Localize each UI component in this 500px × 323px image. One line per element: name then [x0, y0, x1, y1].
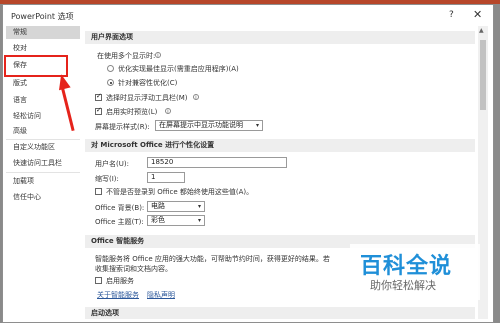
sidebar-divider	[6, 172, 80, 173]
section-header-ui-options: 用户界面选项	[85, 31, 475, 44]
sidebar-item-proofing[interactable]: 校对	[6, 42, 80, 55]
privacy-statement-link[interactable]: 隐私声明	[147, 290, 175, 300]
username-field[interactable]: 18520	[147, 157, 287, 168]
section-header-personalize: 对 Microsoft Office 进行个性化设置	[85, 139, 475, 152]
always-use-label: 不管是否登录到 Office 都始终使用这些值(A)。	[106, 188, 254, 196]
mini-toolbar-label: 选择时显示浮动工具栏(M)	[106, 94, 188, 102]
username-label: 用户名(U):	[95, 160, 129, 168]
chevron-down-icon: ▾	[197, 217, 201, 224]
multi-display-label: 在使用多个显示时:	[97, 52, 156, 60]
office-background-label: Office 背景(B):	[95, 204, 145, 212]
mini-toolbar-checkbox[interactable]	[95, 92, 102, 101]
chevron-down-icon: ▾	[255, 122, 259, 129]
radio-best-display[interactable]	[107, 65, 114, 72]
sidebar-item-language[interactable]: 语言	[6, 94, 80, 107]
initials-field[interactable]: 1	[147, 172, 185, 183]
sidebar-item-advanced[interactable]: 高级	[6, 125, 80, 138]
office-background-select[interactable]: 电路 ▾	[147, 201, 205, 212]
watermark-tagline: 助你轻松解决	[370, 279, 436, 292]
help-icon[interactable]: ?	[449, 10, 454, 20]
sidebar-item-add-ins[interactable]: 加载项	[6, 175, 80, 188]
tooltip-style-select[interactable]: 在屏幕提示中显示功能说明 ▾	[155, 120, 263, 131]
sidebar-item-customize-ribbon[interactable]: 自定义功能区	[6, 141, 80, 154]
close-icon[interactable]: ✕	[473, 8, 482, 21]
info-icon: i	[155, 52, 161, 59]
dialog-title: PowerPoint 选项	[11, 12, 74, 21]
radio-best-display-label: 优化实现最佳显示(需重启应用程序)(A)	[118, 65, 239, 73]
sidebar-item-trust-center[interactable]: 信任中心	[6, 191, 80, 204]
watermark-logo-text: 百科全说	[360, 254, 453, 279]
tooltip-style-label: 屏幕提示样式(R):	[95, 123, 150, 131]
enable-services-checkbox[interactable]	[95, 277, 102, 284]
initials-label: 缩写(I):	[95, 175, 119, 183]
office-theme-select[interactable]: 彩色 ▾	[147, 215, 205, 226]
radio-compatibility-label: 针对兼容性优化(C)	[118, 79, 178, 87]
tooltip-style-value: 在屏幕提示中显示功能说明	[159, 121, 243, 129]
enable-services-label: 启用服务	[106, 277, 134, 285]
intelligent-description-line2: 收集搜索词和文档内容。	[95, 265, 172, 273]
live-preview-label: 启用实时预览(L)	[106, 108, 158, 116]
always-use-checkbox[interactable]	[95, 188, 102, 195]
scrollbar-thumb[interactable]	[480, 40, 486, 110]
intelligent-description-line1: 智能服务将 Office 应用的强大功能，可帮助节约时间，获得更好的结果。若	[95, 255, 330, 263]
office-theme-value: 彩色	[151, 216, 165, 224]
section-header-startup: 启动选项	[85, 307, 475, 319]
sidebar-item-quick-access-toolbar[interactable]: 快速访问工具栏	[6, 157, 80, 170]
sidebar-item-general[interactable]: 常规	[6, 26, 80, 39]
about-intelligent-services-link[interactable]: 关于智能服务	[97, 290, 139, 300]
chevron-down-icon: ▾	[197, 203, 201, 210]
live-preview-checkbox[interactable]	[95, 106, 102, 115]
scroll-up-icon[interactable]: ▲	[479, 27, 484, 34]
info-icon: i	[165, 108, 171, 115]
sidebar-divider	[6, 139, 80, 140]
radio-compatibility[interactable]	[107, 79, 114, 86]
office-background-value: 电路	[151, 202, 165, 210]
office-theme-label: Office 主题(T):	[95, 218, 144, 226]
info-icon: i	[193, 94, 199, 101]
